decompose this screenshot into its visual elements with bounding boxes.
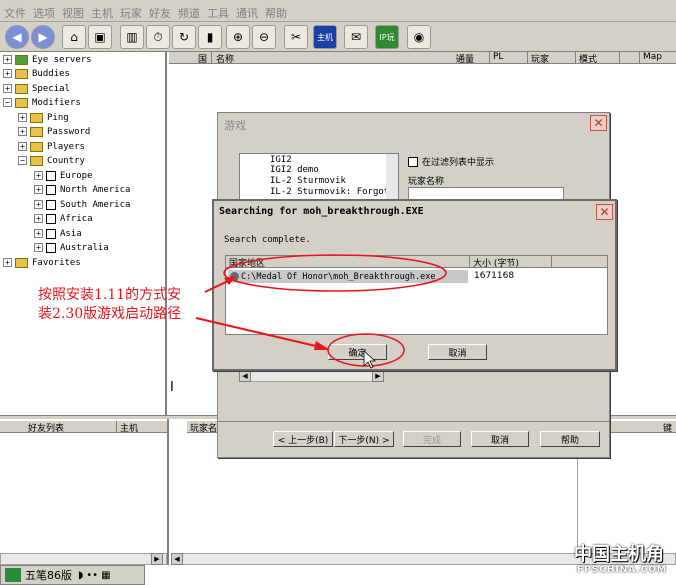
arrow-to-path	[204, 279, 231, 293]
path-highlight-ellipse	[223, 254, 447, 292]
arrow-head	[314, 341, 330, 350]
arrow-to-ok	[195, 317, 321, 348]
text-cursor-icon: I	[170, 380, 174, 395]
annotation-line-1: 按照安装1.11的方式安	[38, 287, 182, 303]
watermark-url: FPSCHINA.COM	[577, 565, 668, 575]
watermark-logo: 中国主机角	[574, 544, 664, 565]
annotation-line-2: 装2.30版游戏启动路径	[38, 306, 182, 322]
